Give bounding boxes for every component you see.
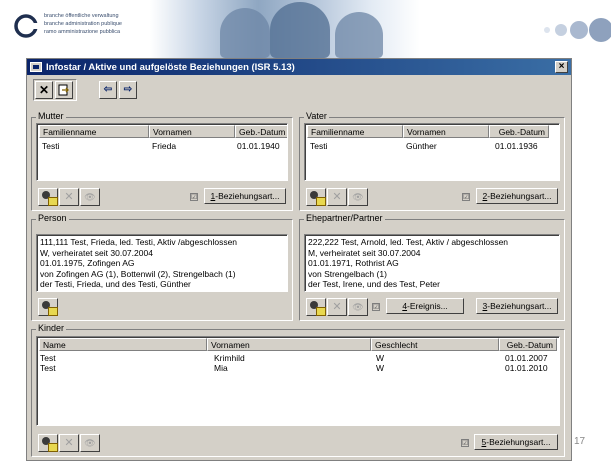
person-search-button[interactable] xyxy=(38,298,58,316)
delete-button[interactable]: ✕ xyxy=(327,188,347,206)
org-line-de: branche öffentliche verwaltung xyxy=(44,13,119,19)
button-label: -Beziehungsart... xyxy=(487,191,552,201)
infostar-dialog: Infostar / Aktive und aufgelöste Beziehu… xyxy=(26,58,572,461)
column-header[interactable]: Vornamen xyxy=(207,338,371,351)
table-cell[interactable]: 01.01.2010 xyxy=(505,363,548,373)
table-cell[interactable]: Krimhild xyxy=(214,353,245,363)
table-cell[interactable]: 01.01.1940 xyxy=(237,141,280,151)
decorative-dots-icon xyxy=(544,18,611,42)
dialog-title: Infostar / Aktive und aufgelöste Beziehu… xyxy=(46,61,295,73)
delete-button[interactable]: ✕ xyxy=(59,188,79,206)
header-banner: branche öffentliche verwaltung branche a… xyxy=(0,0,611,58)
mutter-label: Mutter xyxy=(36,111,66,121)
person-search-button[interactable] xyxy=(306,298,326,316)
person-search-button[interactable] xyxy=(38,188,58,206)
table-cell[interactable]: Günther xyxy=(406,141,437,151)
page-number: 17 xyxy=(574,436,586,447)
column-header[interactable]: Vornamen xyxy=(403,125,489,138)
table-cell[interactable]: W xyxy=(376,353,384,363)
beziehungsart-2-button[interactable]: 2-Beziehungsart... xyxy=(476,188,558,204)
beziehungsart-5-button[interactable]: 5-Beziehungsart... xyxy=(474,434,558,450)
beziehungsart-1-button[interactable]: 1-Beziehungsart... xyxy=(204,188,286,204)
detail-line: 01.01.1971, Rothrist AG xyxy=(308,258,399,268)
delete-button[interactable]: ✕ xyxy=(327,298,347,316)
detail-line: 222,222 Test, Arnold, led. Test, Aktiv /… xyxy=(308,237,509,247)
cancel-button[interactable]: ✕ xyxy=(35,81,53,99)
mutter-list[interactable]: Familienname Vornamen Geb.-Datum Testi F… xyxy=(36,123,288,181)
detail-line: der Test, Irene, und des Test, Peter xyxy=(308,279,440,289)
button-label: -Beziehungsart... xyxy=(215,191,280,201)
column-header[interactable]: Vornamen xyxy=(149,125,235,138)
detail-line: von Strengelbach (1) xyxy=(308,268,387,279)
column-header[interactable]: Familienname xyxy=(307,125,403,138)
kinder-group: Kinder Name Vornamen Geschlecht Geb.-Dat… xyxy=(31,323,565,457)
table-cell[interactable]: Testi xyxy=(310,141,327,151)
view-button[interactable]: 👁 xyxy=(348,188,368,206)
detail-line: M, verheiratet seit 30.07.2004 xyxy=(308,247,421,258)
dialog-titlebar: Infostar / Aktive und aufgelöste Beziehu… xyxy=(27,59,571,75)
org-line-it: ramo amministrazione pubblica xyxy=(44,29,121,35)
column-header[interactable]: Geschlecht xyxy=(371,338,499,351)
app-icon xyxy=(30,62,42,72)
view-button[interactable]: 👁 xyxy=(80,434,100,452)
detail-line: W, verheiratet seit 30.07.2004 xyxy=(40,247,153,258)
table-cell[interactable]: Test xyxy=(40,363,56,373)
table-cell[interactable]: Frieda xyxy=(152,141,176,151)
ereignis-4-button[interactable]: 4-Ereignis... xyxy=(386,298,464,314)
open-document-button[interactable] xyxy=(55,81,73,99)
table-cell[interactable]: Mia xyxy=(214,363,228,373)
kinder-checkbox[interactable]: ☑ xyxy=(461,439,469,447)
person-group: Person 111,111 Test, Frieda, led. Testi,… xyxy=(31,213,293,321)
vater-checkbox[interactable]: ☑ xyxy=(462,193,470,201)
person-label: Person xyxy=(36,213,69,223)
org-line-fr: branche administration publique xyxy=(44,21,122,27)
table-cell[interactable]: W xyxy=(376,363,384,373)
kinder-list[interactable]: Name Vornamen Geschlecht Geb.-Datum Test… xyxy=(36,336,560,426)
column-header[interactable]: Geb.-Datum xyxy=(489,125,549,138)
column-header[interactable]: Familienname xyxy=(39,125,149,138)
vater-group: Vater Familienname Vornamen Geb.-Datum T… xyxy=(299,111,565,211)
delete-button[interactable]: ✕ xyxy=(59,434,79,452)
kinder-label: Kinder xyxy=(36,323,67,333)
vater-label: Vater xyxy=(304,111,329,121)
button-label: -Ereignis... xyxy=(407,301,448,311)
person-search-button[interactable] xyxy=(306,188,326,206)
column-header[interactable]: Name xyxy=(39,338,207,351)
detail-line: von Zofingen AG (1), Bottenwil (2), Stre… xyxy=(40,268,236,279)
column-header[interactable]: Geb.-Datum xyxy=(499,338,557,351)
detail-line: 111,111 Test, Frieda, led. Testi, Aktiv … xyxy=(40,237,238,247)
person-details: 111,111 Test, Frieda, led. Testi, Aktiv … xyxy=(36,234,288,292)
beziehungsart-3-button[interactable]: 3-Beziehungsart... xyxy=(476,298,558,314)
vater-list[interactable]: Familienname Vornamen Geb.-Datum Testi G… xyxy=(304,123,560,181)
column-header[interactable]: Geb.-Datum xyxy=(235,125,287,138)
button-label: -Beziehungsart... xyxy=(486,437,551,447)
banner-photo xyxy=(150,0,420,58)
person-search-button[interactable] xyxy=(38,434,58,452)
partner-group: Ehepartner/Partner 222,222 Test, Arnold,… xyxy=(299,213,565,321)
org-logo-icon xyxy=(14,14,38,38)
close-button[interactable]: × xyxy=(555,61,568,73)
partner-checkbox[interactable]: ☑ xyxy=(372,303,380,311)
table-cell[interactable]: 01.01.1936 xyxy=(495,141,538,151)
partner-label: Ehepartner/Partner xyxy=(304,213,385,223)
table-cell[interactable]: Test xyxy=(40,353,56,363)
back-arrow-button[interactable]: ⇦ xyxy=(99,81,117,99)
mutter-group: Mutter Familienname Vornamen Geb.-Datum … xyxy=(31,111,293,211)
table-cell[interactable]: Testi xyxy=(42,141,59,151)
detail-line: 01.01.1975, Zofingen AG xyxy=(40,258,135,268)
view-button[interactable]: 👁 xyxy=(348,298,368,316)
document-icon xyxy=(58,84,69,96)
partner-details: 222,222 Test, Arnold, led. Test, Aktiv /… xyxy=(304,234,560,292)
forward-arrow-button[interactable]: ⇨ xyxy=(119,81,137,99)
org-name-lines: branche öffentliche verwaltung branche a… xyxy=(44,12,122,36)
button-label: -Beziehungsart... xyxy=(487,301,552,311)
detail-line: der Testi, Frieda, und des Testi, Günthe… xyxy=(40,279,191,289)
mutter-checkbox[interactable]: ☑ xyxy=(190,193,198,201)
table-cell[interactable]: 01.01.2007 xyxy=(505,353,548,363)
view-button[interactable]: 👁 xyxy=(80,188,100,206)
